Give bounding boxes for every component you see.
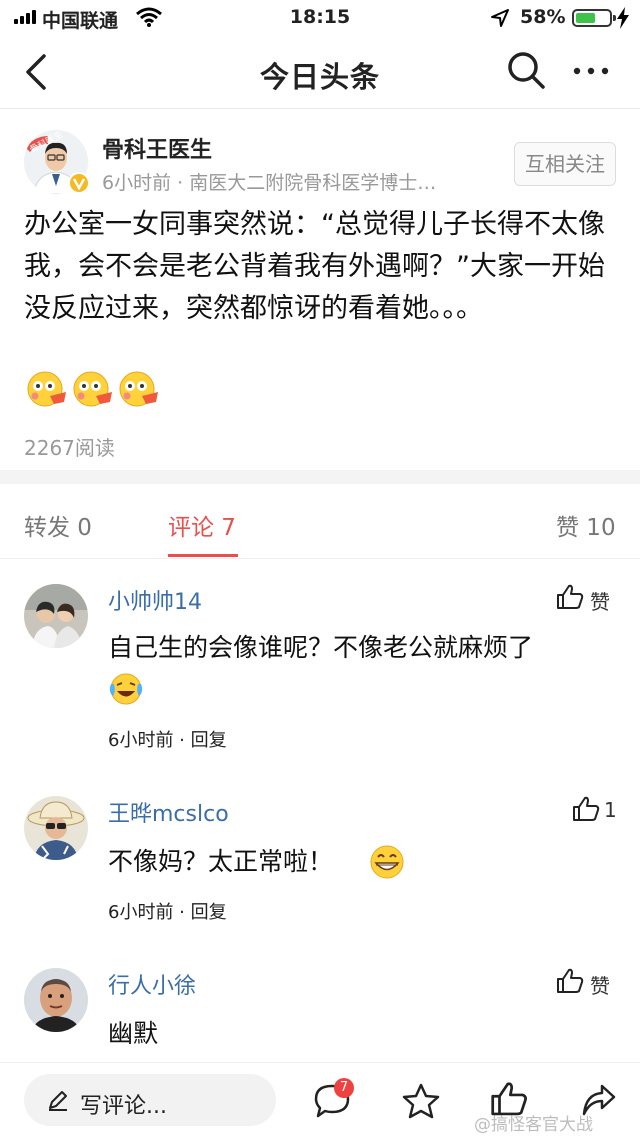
tabs-divider	[0, 558, 640, 559]
nav-bar: 今日头条	[0, 36, 640, 109]
more-icon[interactable]	[572, 66, 612, 76]
follow-button[interactable]: 互相关注	[514, 142, 616, 186]
read-count: 2267阅读	[24, 436, 115, 460]
user-avatar-image	[24, 796, 88, 860]
comment-author[interactable]: 行人小徐	[108, 968, 196, 1000]
comment-count-badge: 7	[334, 1078, 354, 1098]
battery-percent: 58%	[520, 6, 566, 28]
flushed-emoji-icon	[27, 371, 66, 407]
comment-text: 不像妈？太正常啦！	[108, 847, 334, 876]
comment-meta[interactable]: 6小时前 · 回复	[108, 726, 227, 752]
comment-avatar[interactable]	[24, 968, 88, 1032]
tab-like[interactable]: 赞 10	[556, 508, 616, 542]
thumb-up-icon[interactable]	[572, 796, 600, 822]
comment-avatar[interactable]	[24, 796, 88, 860]
charging-icon	[617, 7, 629, 29]
battery-icon	[572, 9, 616, 27]
location-icon	[491, 9, 509, 27]
comment-text: 自己生的会像谁呢？不像老公就麻烦了	[108, 633, 534, 662]
user-avatar-image	[24, 584, 88, 648]
verified-icon	[68, 172, 90, 194]
write-comment-placeholder[interactable]: 写评论...	[80, 1088, 167, 1120]
active-tab-indicator	[168, 554, 238, 557]
comment-like-count[interactable]: 1	[604, 798, 617, 822]
search-icon[interactable]	[506, 50, 546, 90]
author-name[interactable]: 骨科王医生	[102, 132, 212, 164]
comment-meta[interactable]: 6小时前 · 回复	[108, 898, 227, 924]
section-divider	[0, 470, 640, 484]
user-avatar-image	[24, 968, 88, 1032]
comment-author[interactable]: 小帅帅14	[108, 584, 202, 616]
tab-comment[interactable]: 评论 7	[168, 508, 236, 542]
grin-emoji-icon	[370, 845, 404, 879]
comment-author[interactable]: 王晔mcslco	[108, 796, 229, 828]
comment-text: 幽默	[108, 1019, 159, 1048]
laughing-emoji-icon	[109, 673, 143, 705]
comment-like-count[interactable]: 赞	[590, 970, 610, 999]
post-text: 办公室一女同事突然说：“总觉得儿子长得不太像我，会不会是老公背着我有外遇啊？”大…	[24, 209, 605, 324]
status-bar: 中国联通 18:15 58%	[0, 0, 640, 36]
thumb-up-icon[interactable]	[556, 968, 584, 994]
thumb-up-icon[interactable]	[556, 584, 584, 610]
comment-avatar[interactable]	[24, 584, 88, 648]
pen-icon	[49, 1091, 67, 1111]
star-icon[interactable]	[402, 1082, 440, 1120]
comment-like-count[interactable]: 赞	[590, 586, 610, 615]
watermark-text: @搞怪客官大战	[474, 1115, 593, 1135]
tab-share[interactable]: 转发 0	[24, 508, 92, 542]
author-meta: 6小时前 · 南医大二附院骨科医学博士…	[102, 172, 437, 194]
flushed-emoji-icon	[73, 371, 112, 407]
flushed-emoji-icon	[119, 371, 158, 407]
